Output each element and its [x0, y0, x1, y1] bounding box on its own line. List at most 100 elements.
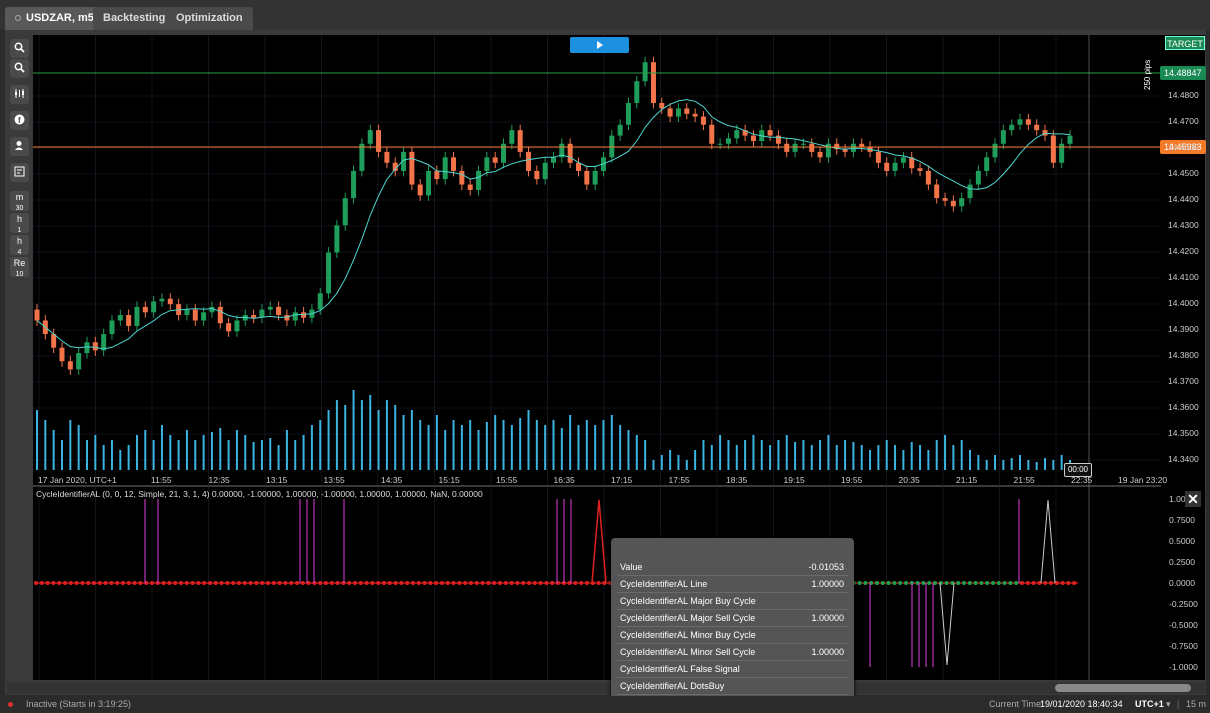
target-button[interactable]: TARGET [1165, 36, 1205, 50]
volume-bar [385, 400, 388, 470]
candle-body [459, 170, 465, 185]
indicator-dot [996, 581, 1001, 585]
indicator-dot [103, 581, 108, 585]
scrollbar-thumb[interactable] [1055, 684, 1191, 692]
candle-body [725, 138, 731, 144]
indicator-dot [1002, 581, 1007, 585]
trader-icon[interactable] [10, 137, 29, 156]
candle-body [417, 184, 423, 196]
volume-bar [819, 440, 822, 470]
timeframe-re10-button[interactable]: Re 10 [10, 257, 29, 278]
tooltip-key: CycleIdentifierAL DotsBuy [620, 681, 725, 691]
candle-body [292, 312, 298, 321]
volume-bar [727, 440, 730, 470]
volume-bar [577, 425, 580, 470]
close-indicator-icon[interactable]: ✕ [1185, 491, 1201, 507]
candle-body [884, 162, 890, 171]
candle-body [217, 306, 223, 324]
indicator-dot [57, 581, 62, 585]
indicator-dot [451, 581, 456, 585]
volume-bar [1052, 460, 1055, 470]
volume-bar [1002, 460, 1005, 470]
settings-icon[interactable] [10, 163, 29, 182]
volume-bar [894, 445, 897, 470]
price-axis-label: 14.3700 [1168, 376, 1199, 386]
volume-bar [352, 390, 355, 470]
price-axis-label: 14.4400 [1168, 194, 1199, 204]
indicator-dot [445, 581, 450, 585]
chart-canvas[interactable] [0, 0, 1210, 713]
tooltip-value: -0.01053 [808, 562, 844, 572]
time-axis-label: 13:55 [323, 475, 345, 485]
indicator-dot [457, 581, 462, 585]
volume-bar [994, 455, 997, 470]
indicator-dot [579, 581, 584, 585]
indicator-dot [503, 581, 508, 585]
volume-bar [927, 450, 930, 470]
volume-bar [594, 425, 597, 470]
candle-body [434, 170, 440, 180]
tooltip-row: CycleIdentifierAL Minor Sell Cycle 1.0000… [617, 644, 848, 661]
indicator-dot [1008, 581, 1013, 585]
scrollbar-track[interactable] [7, 682, 1205, 694]
indicator-dot [353, 581, 357, 585]
chart-type-icon[interactable] [10, 85, 29, 104]
indicator-dot [179, 581, 183, 585]
tooltip-row: Value -0.01053 [617, 559, 848, 576]
play-button[interactable] [570, 37, 629, 53]
indicator-dot [393, 581, 398, 585]
time-axis-label: 15:55 [496, 475, 518, 485]
price-axis-label: 14.4300 [1168, 220, 1199, 230]
volume-bar [102, 445, 105, 470]
candle-body [551, 157, 556, 163]
candle-body [167, 298, 173, 305]
volume-bar [885, 440, 888, 470]
zoom-out-icon[interactable] [10, 59, 29, 78]
current-time-label: Current Time: [989, 699, 1044, 709]
indicator-dot [933, 581, 937, 585]
candle-body [367, 130, 373, 144]
timeframe-m30-button[interactable]: m 30 [10, 191, 29, 212]
indicator-dot [358, 581, 363, 585]
tooltip-row: CycleIdentifierAL Major Buy Cycle [617, 593, 848, 610]
volume-bar [185, 430, 188, 470]
indicator-dot [150, 581, 154, 585]
zoom-in-icon[interactable] [10, 39, 29, 58]
indicator-dot [1014, 581, 1019, 585]
facebook-icon[interactable]: f [10, 111, 29, 130]
volume-bar [77, 425, 80, 470]
time-axis-label: 18:35 [726, 475, 748, 485]
indicator-dot [45, 581, 50, 585]
volume-bar [494, 415, 497, 470]
price-axis-label: 14.3500 [1168, 428, 1199, 438]
time-axis-label: 11:55 [151, 475, 172, 485]
time-axis-label: 19:55 [841, 475, 863, 485]
candle-body [817, 151, 823, 158]
volume-bar [944, 435, 947, 470]
volume-bar [560, 428, 563, 470]
indicator-dot [596, 581, 601, 585]
indicator-title: CycleIdentifierAL (0, 0, 12, Simple, 21,… [36, 489, 483, 499]
indicator-dot [967, 581, 972, 585]
indicator-dot [585, 581, 589, 585]
indicator-dot [254, 581, 259, 585]
indicator-dot [324, 581, 328, 585]
indicator-dot [376, 581, 381, 585]
indicator-axis-label: -1.0000 [1169, 662, 1198, 672]
time-axis-label: 15:15 [438, 475, 460, 485]
volume-bar [219, 428, 222, 470]
indicator-dot [973, 581, 978, 585]
volume-bar [60, 440, 63, 470]
timeframe-h4-button[interactable]: h4 [10, 235, 29, 256]
indicator-dot [428, 581, 433, 585]
candle-body [109, 320, 115, 335]
time-axis-label: 19:15 [783, 475, 805, 485]
volume-bar [602, 420, 605, 470]
timezone-selector[interactable]: UTC+1 [1135, 696, 1164, 713]
indicator-dot [1020, 581, 1024, 585]
timeframe-h1-button[interactable]: h1 [10, 213, 29, 234]
tooltip-key: CycleIdentifierAL Minor Sell Cycle [620, 647, 756, 657]
volume-bar [744, 440, 747, 470]
volume-bar [1035, 462, 1038, 470]
tooltip-value: 1.00000 [811, 647, 844, 657]
